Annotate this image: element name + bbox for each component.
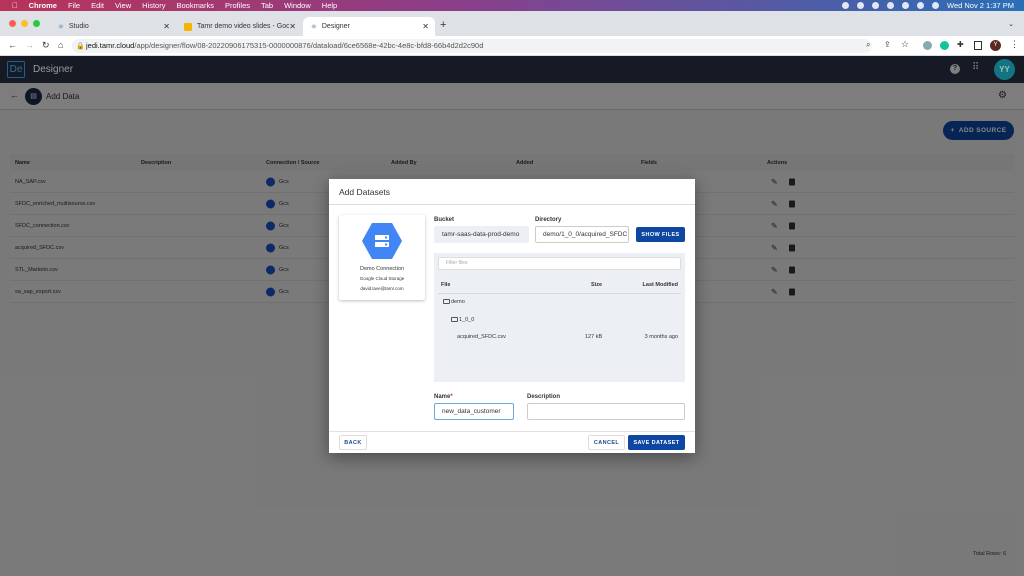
file-name: 1_0_0 <box>459 317 474 323</box>
minimize-window-button[interactable] <box>21 20 28 27</box>
slides-icon <box>184 23 192 31</box>
home-icon[interactable]: ⌂ <box>58 40 63 50</box>
macos-menubar:  Chrome File Edit View History Bookmark… <box>0 0 1024 11</box>
description-input[interactable] <box>527 403 685 420</box>
file-size: 127 kB <box>585 334 602 340</box>
new-tab-button[interactable]: + <box>440 19 446 31</box>
file-browser: Filter files File Size Last Modified dem… <box>434 253 685 382</box>
back-button[interactable]: BACK <box>339 435 367 450</box>
status-icon[interactable] <box>857 2 864 9</box>
tab-search-chevron-icon[interactable]: ⌄ <box>1008 20 1014 28</box>
status-icon[interactable] <box>887 2 894 9</box>
connection-email: david.lave@tamr.com <box>339 286 425 291</box>
close-tab-icon[interactable]: ✕ <box>289 22 296 31</box>
connection-type: Google Cloud Storage <box>339 276 425 281</box>
close-tab-icon[interactable]: ✕ <box>422 22 429 31</box>
address-bar-row: ← → ↻ ⌂ jedi.tamr.cloud/app/designer/flo… <box>0 36 1024 56</box>
clock[interactable]: Wed Nov 2 1:37 PM <box>947 1 1014 10</box>
back-icon[interactable]: ← <box>8 40 17 50</box>
lock-icon[interactable]: 🔒 <box>76 42 85 50</box>
control-center-icon[interactable] <box>932 2 939 9</box>
name-label: Name* <box>434 394 453 400</box>
url-host: jedi.tamr.cloud <box>86 41 134 50</box>
url-input[interactable]: jedi.tamr.cloud/app/designer/flow/08-202… <box>72 39 872 53</box>
divider <box>438 293 681 294</box>
show-files-button[interactable]: SHOW FILES <box>636 227 685 242</box>
search-icon[interactable] <box>917 2 924 9</box>
menu-view[interactable]: View <box>115 1 131 10</box>
maximize-window-button[interactable] <box>33 20 40 27</box>
close-window-button[interactable] <box>9 20 16 27</box>
extensions-puzzle-icon[interactable]: ✚ <box>957 40 964 49</box>
divider <box>329 431 695 432</box>
tab-slides[interactable]: Tamr demo video slides - Goog✕ <box>176 17 302 36</box>
side-panel-icon[interactable] <box>974 41 982 50</box>
connection-card: Demo Connection Google Cloud Storage dav… <box>339 215 425 300</box>
status-icon[interactable] <box>842 2 849 9</box>
menu-profiles[interactable]: Profiles <box>225 1 250 10</box>
menu-app[interactable]: Chrome <box>29 1 57 10</box>
file-name: demo <box>451 299 465 305</box>
description-label: Description <box>527 394 560 400</box>
share-icon[interactable]: ⇪ <box>884 40 891 49</box>
zoom-icon[interactable]: ⌕ <box>866 40 870 50</box>
file-name: acquired_SFDC.csv <box>457 334 506 340</box>
bucket-field: tamr-saas-data-prod-demo <box>434 226 529 243</box>
directory-input[interactable]: demo/1_0_0/acquired_SFDC <box>535 226 629 243</box>
extension-icon[interactable] <box>923 41 932 50</box>
menu-help[interactable]: Help <box>322 1 337 10</box>
wifi-icon[interactable] <box>902 2 909 9</box>
menu-edit[interactable]: Edit <box>91 1 104 10</box>
menu-history[interactable]: History <box>142 1 165 10</box>
google-cloud-storage-icon <box>362 222 402 260</box>
dialog-title: Add Datasets <box>339 187 390 197</box>
apple-icon[interactable]:  <box>12 1 18 10</box>
folder-icon <box>451 317 458 322</box>
bookmark-star-icon[interactable]: ☆ <box>901 39 909 50</box>
required-asterisk: * <box>450 394 452 400</box>
tamr-icon: ✳ <box>58 23 64 31</box>
profile-avatar[interactable]: Y <box>990 40 1001 51</box>
grammarly-icon[interactable] <box>940 41 949 50</box>
forward-icon[interactable]: → <box>25 40 34 50</box>
connection-name: Demo Connection <box>339 266 425 272</box>
filter-files-input[interactable]: Filter files <box>438 257 681 270</box>
tab-label: Tamr demo video slides - Goog <box>197 23 294 30</box>
col-size: Size <box>591 282 602 288</box>
header-dim <box>0 56 1024 83</box>
directory-label: Directory <box>535 217 561 223</box>
menu-tab[interactable]: Tab <box>261 1 273 10</box>
col-file: File <box>441 282 450 288</box>
reload-icon[interactable]: ↻ <box>42 40 50 51</box>
close-tab-icon[interactable]: ✕ <box>163 22 170 31</box>
divider <box>329 204 695 205</box>
tamr-icon: ✳ <box>311 23 317 31</box>
browser-menu-icon[interactable]: ⋮ <box>1010 39 1019 50</box>
tab-designer[interactable]: ✳ Designer ✕ <box>303 17 435 36</box>
name-label-text: Name <box>434 394 450 400</box>
menu-bookmarks[interactable]: Bookmarks <box>176 1 214 10</box>
cancel-button[interactable]: CANCEL <box>588 435 625 450</box>
menu-file[interactable]: File <box>68 1 80 10</box>
bucket-label: Bucket <box>434 217 454 223</box>
file-modified: 3 months ago <box>645 334 678 340</box>
menu-window[interactable]: Window <box>284 1 311 10</box>
tab-label: Designer <box>322 23 350 30</box>
tab-studio[interactable]: ✳ Studio ✕ <box>50 17 176 36</box>
tab-label: Studio <box>69 23 89 30</box>
tab-bar: ✳Studio✕ Tamr demo video slides - Goog✕ … <box>0 11 1024 36</box>
status-icon[interactable] <box>872 2 879 9</box>
url-path: /app/designer/flow/08-20220906175315-000… <box>134 41 483 50</box>
folder-icon <box>443 299 450 304</box>
save-dataset-button[interactable]: SAVE DATASET <box>628 435 685 450</box>
name-input[interactable]: new_data_customer <box>434 403 514 420</box>
add-datasets-dialog: Add Datasets Demo Connection Google Clou… <box>329 179 695 453</box>
col-last-modified: Last Modified <box>643 282 678 288</box>
